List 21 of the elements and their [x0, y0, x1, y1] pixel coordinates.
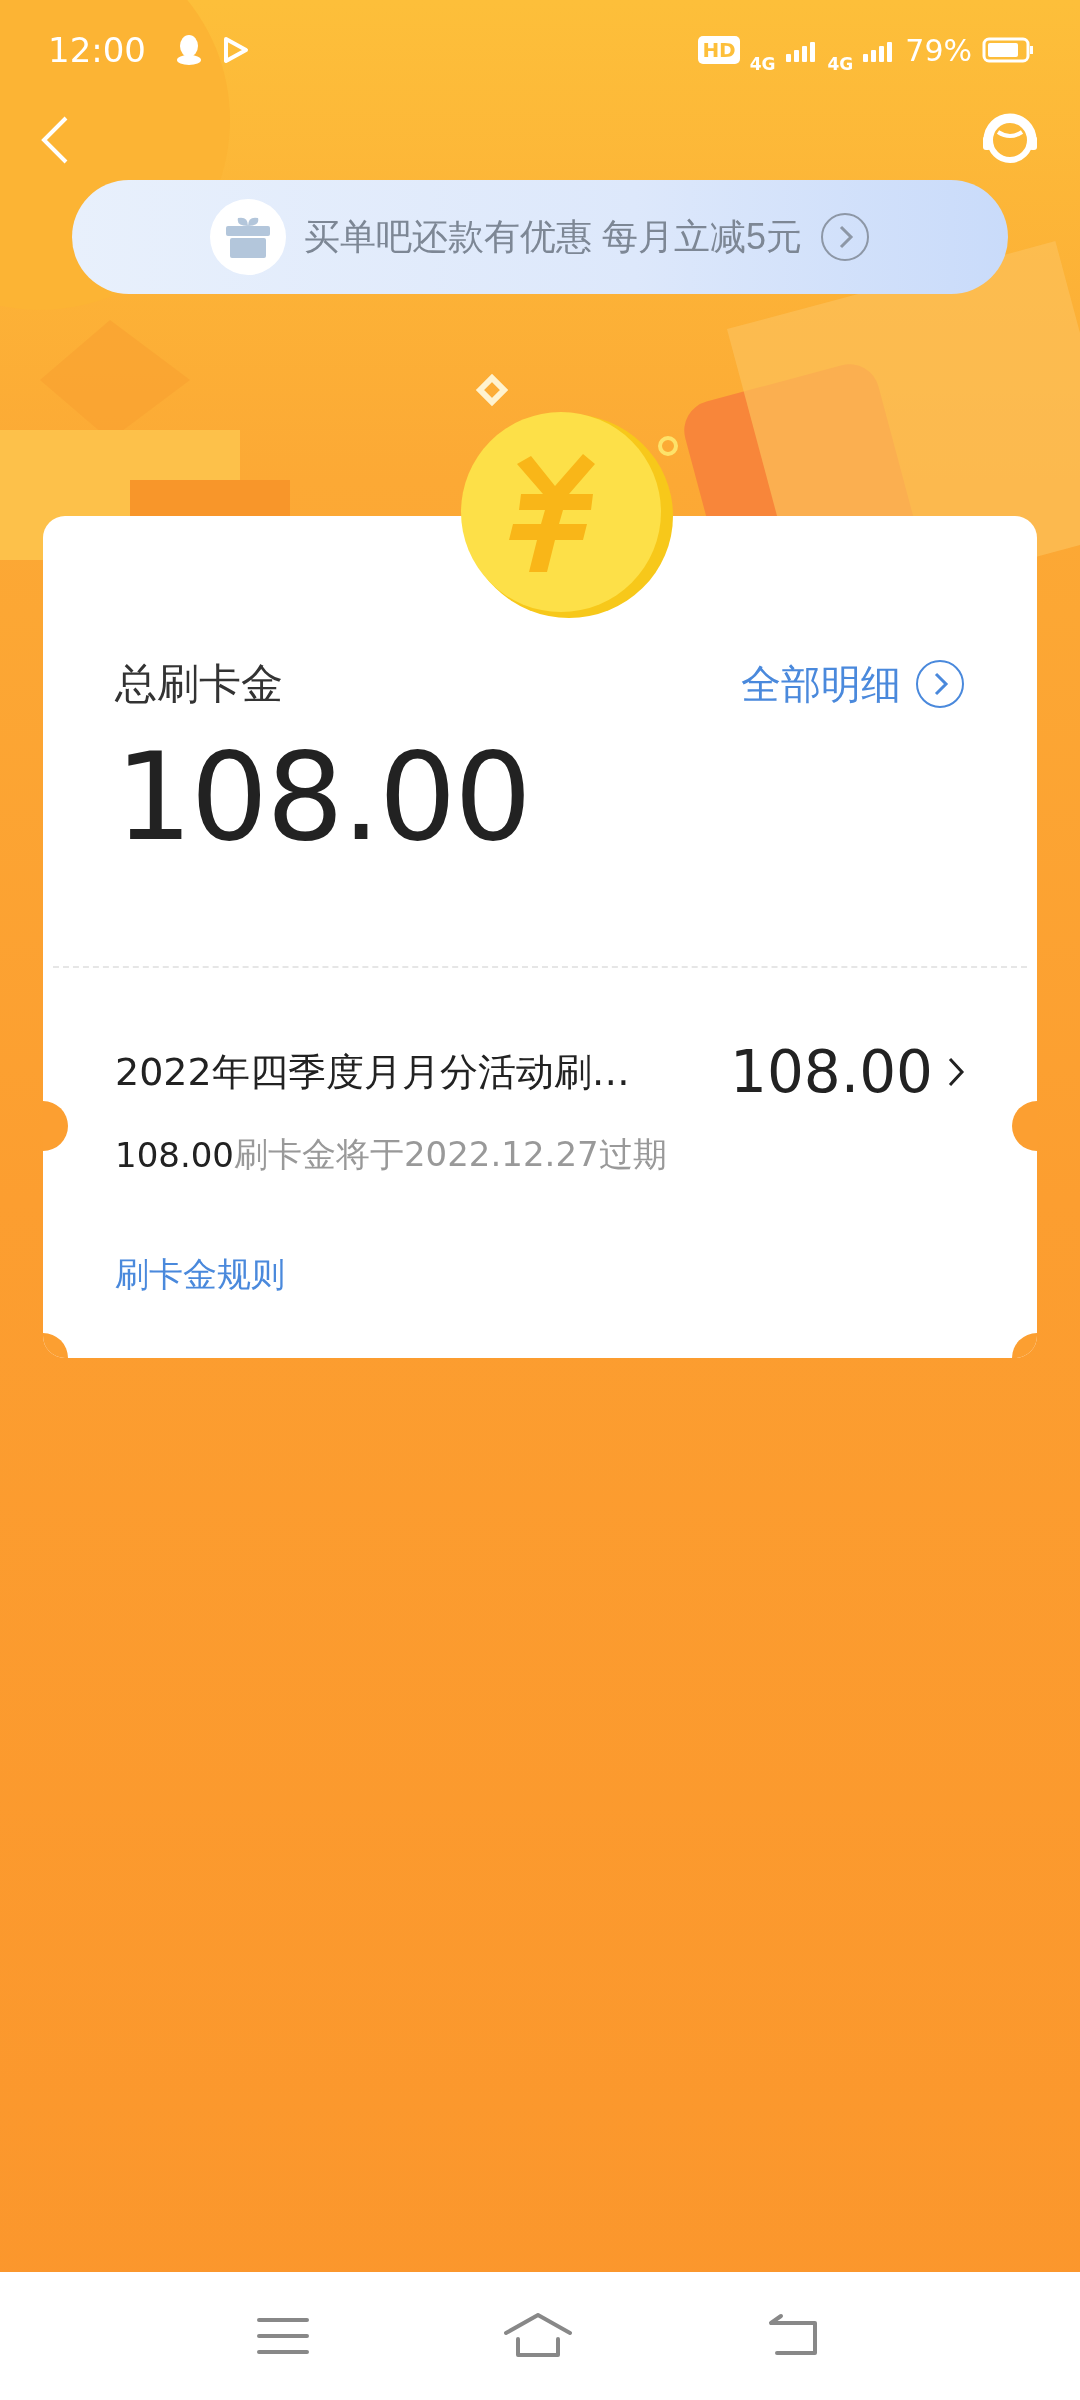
rules-link[interactable]: 刷卡金规则	[115, 1252, 285, 1298]
balance-label: 总刷卡金	[115, 658, 283, 710]
details-link[interactable]: 全部明细	[741, 656, 965, 712]
activity-amount: 108.00	[730, 1038, 933, 1106]
promo-banner[interactable]: 买单吧还款有优惠 每月立减5元	[72, 180, 1008, 294]
network-type: 4G	[749, 54, 776, 74]
hd-badge: HD	[698, 36, 740, 64]
balance-amount: 108.00	[115, 726, 531, 868]
home-button[interactable]	[502, 2313, 574, 2359]
expiry-note: 刷卡金将于2022.12.27过期	[233, 1133, 667, 1176]
battery-percent: 79%	[905, 32, 972, 68]
chevron-circle-icon	[820, 212, 870, 262]
back-button[interactable]	[40, 114, 70, 166]
expiry-amount: 108.00	[115, 1135, 234, 1175]
chevron-right-icon[interactable]	[947, 1056, 965, 1088]
network-type: 4G	[827, 54, 854, 74]
battery-icon	[982, 37, 1034, 63]
activity-title[interactable]: 2022年四季度月月分活动刷…	[115, 1046, 630, 1098]
status-time: 12:00	[48, 30, 146, 70]
chevron-circle-icon	[915, 659, 965, 709]
menu-button[interactable]	[256, 2316, 309, 2356]
